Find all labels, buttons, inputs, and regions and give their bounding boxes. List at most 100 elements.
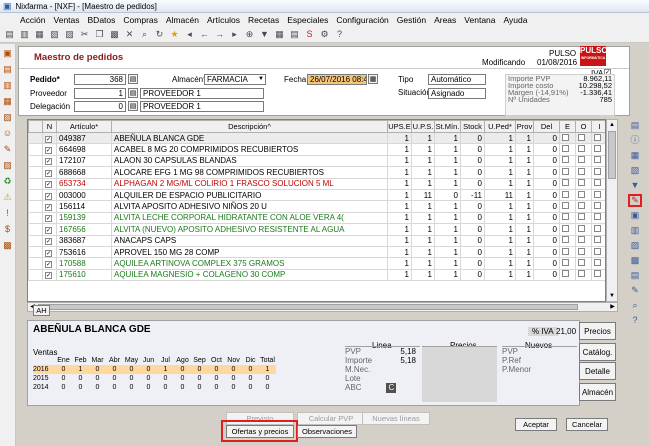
i-cell[interactable] [591, 268, 605, 282]
o-cell[interactable] [575, 166, 592, 179]
status-cell[interactable] [28, 131, 43, 145]
i-cell[interactable] [591, 143, 605, 156]
prov-cell[interactable]: 1 [515, 143, 534, 156]
row-checkbox[interactable] [562, 145, 569, 153]
row-checkbox[interactable] [578, 179, 585, 187]
row-checkbox[interactable] [594, 258, 601, 266]
del-cell[interactable]: 0 [533, 268, 560, 282]
recycle-icon[interactable]: ♻ [1, 174, 14, 188]
row-checkbox[interactable] [578, 270, 585, 278]
preview-icon[interactable]: ▨ [63, 28, 76, 41]
status-cell[interactable] [28, 200, 43, 213]
stmin-cell[interactable]: 1 [434, 223, 461, 236]
delegacion-name-input[interactable]: PROVEEDOR 1 [140, 101, 264, 112]
i-cell[interactable] [591, 131, 605, 145]
row-check-icon[interactable]: ✓ [45, 238, 52, 246]
row-checkbox[interactable] [594, 202, 601, 210]
cash-icon[interactable]: $ [1, 222, 14, 236]
row-checkbox[interactable] [562, 156, 569, 164]
del-cell[interactable]: 0 [533, 200, 560, 213]
next-icon[interactable]: → [213, 28, 226, 41]
o-cell[interactable] [575, 177, 592, 190]
menu-recetas[interactable]: Recetas [244, 15, 283, 25]
almacen-button[interactable]: Almacén [579, 383, 616, 401]
descripcion-cell[interactable]: ALAON 30 CAPSULAS BLANDAS [111, 154, 388, 168]
settings-icon[interactable]: ⚙ [318, 28, 331, 41]
situacion-input[interactable]: Asignado [428, 88, 486, 99]
ups-e-cell[interactable]: 1 [387, 188, 412, 202]
delete-icon[interactable]: ✕ [123, 28, 136, 41]
menu-configuracion[interactable]: Configuración [332, 15, 392, 25]
stmin-cell[interactable]: 1 [434, 177, 461, 190]
row-checkbox[interactable] [562, 167, 569, 175]
prov-cell[interactable]: 1 [515, 177, 534, 190]
col-o[interactable]: O [575, 120, 592, 133]
status-cell[interactable] [28, 234, 43, 247]
ups-e-cell[interactable]: 1 [387, 245, 412, 259]
edit-icon[interactable]: ✎ [628, 284, 642, 297]
row-checkbox[interactable] [562, 270, 569, 278]
help-icon[interactable]: ? [333, 28, 346, 41]
articulo-cell[interactable]: 383687 [56, 234, 112, 247]
catalogo-button[interactable]: Catálog. [579, 343, 616, 361]
stock-cell[interactable]: 0 [460, 143, 485, 156]
user-icon[interactable]: ☺ [1, 126, 14, 140]
ups-e-cell[interactable]: 1 [387, 177, 412, 190]
print-icon[interactable]: ▧ [628, 164, 642, 177]
ups-cell[interactable]: 1 [411, 211, 435, 225]
i-cell[interactable] [591, 211, 605, 225]
col-i[interactable]: I [591, 120, 605, 133]
pedido-input[interactable]: 368 [74, 74, 126, 85]
menu-areas[interactable]: Areas [430, 15, 460, 25]
stock-cell[interactable]: 0 [460, 245, 485, 259]
n-cell[interactable]: ✓ [42, 211, 57, 225]
row-checkbox[interactable] [578, 247, 585, 255]
stock-cell[interactable]: -11 [460, 188, 485, 202]
i-cell[interactable] [591, 154, 605, 168]
row-checkbox[interactable] [578, 202, 585, 210]
scroll-right-icon[interactable]: ▶ [608, 303, 617, 311]
ups-e-cell[interactable]: 1 [387, 131, 412, 145]
stmin-cell[interactable]: 0 [434, 188, 461, 202]
delegacion-lookup-button[interactable]: ▤ [128, 101, 138, 111]
row-check-icon[interactable]: ✓ [45, 249, 52, 257]
calendar-icon[interactable]: ▦ [273, 28, 286, 41]
prov-cell[interactable]: 1 [515, 223, 534, 236]
table-row[interactable]: ✓ 172107 ALAON 30 CAPSULAS BLANDAS 1 1 1 0 1 1 0 [28, 154, 605, 168]
detalle-button[interactable]: Detalle [579, 362, 616, 380]
save-icon[interactable]: ▦ [33, 28, 46, 41]
row-checkbox[interactable] [562, 179, 569, 187]
row-check-icon[interactable]: ✓ [45, 226, 52, 234]
row-checkbox[interactable] [578, 190, 585, 198]
articulo-cell[interactable]: 159139 [56, 211, 112, 225]
e-cell[interactable] [559, 131, 576, 145]
tag-icon[interactable]: ✎ [628, 194, 642, 207]
row-checkbox[interactable] [594, 156, 601, 164]
e-cell[interactable] [559, 188, 576, 202]
o-cell[interactable] [575, 131, 592, 145]
stock-cell[interactable]: 0 [460, 200, 485, 213]
articulo-cell[interactable]: 688668 [56, 166, 112, 179]
first-icon[interactable]: ◂ [183, 28, 196, 41]
filter-icon[interactable]: ▼ [628, 179, 642, 192]
uped-cell[interactable]: 1 [484, 200, 516, 213]
report-icon[interactable]: ▤ [288, 28, 301, 41]
e-cell[interactable] [559, 268, 576, 282]
col-stock[interactable]: Stock [460, 120, 485, 133]
i-cell[interactable] [591, 257, 605, 270]
doc-icon[interactable]: ▨ [628, 239, 642, 252]
prov-cell[interactable]: 1 [515, 245, 534, 259]
row-checkbox[interactable] [562, 224, 569, 232]
search-icon[interactable]: ⌕ [138, 28, 151, 41]
stmin-cell[interactable]: 1 [434, 154, 461, 168]
status-cell[interactable] [28, 154, 43, 168]
articulo-cell[interactable]: 003000 [56, 188, 112, 202]
uped-cell[interactable]: 1 [484, 131, 516, 145]
uped-cell[interactable]: 1 [484, 154, 516, 168]
last-icon[interactable]: ▸ [228, 28, 241, 41]
row-checkbox[interactable] [562, 213, 569, 221]
prov-cell[interactable]: 1 [515, 166, 534, 179]
grid-vertical-scrollbar[interactable]: ▲ ▼ [606, 119, 618, 302]
o-cell[interactable] [575, 257, 592, 270]
ups-cell[interactable]: 1 [411, 200, 435, 213]
